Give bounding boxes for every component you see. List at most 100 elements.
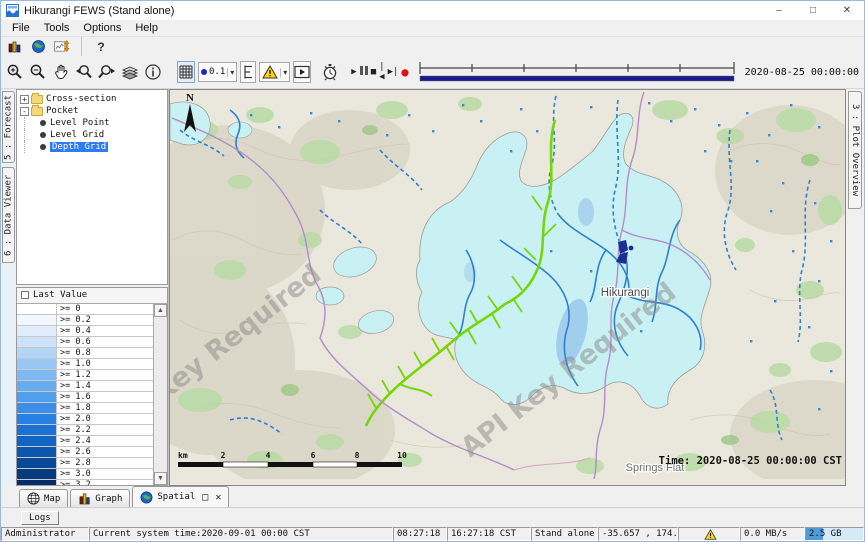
legend-class-label: >= 0.8 [57,348,153,358]
tree-item-cross-section[interactable]: + Cross-section [20,93,167,105]
tab-forecast[interactable]: 5 : Forecast [2,91,15,163]
legend-class-row[interactable]: >= 3.2 [17,480,153,485]
legend-class-row[interactable]: >= 3.0 [17,469,153,480]
database-display-button[interactable] [5,38,23,56]
node-bullet-icon [40,144,46,150]
timeline-slider[interactable] [418,59,736,85]
legend-class-row[interactable]: >= 1.0 [17,359,153,370]
minimize-icon[interactable]: – [762,1,796,20]
zoom-in-button[interactable] [5,61,25,83]
menu-item-options[interactable]: Options [76,20,128,36]
thresholds-warning-dropdown[interactable]: ▾ [259,62,290,82]
grid-display-button[interactable] [177,61,195,83]
legend-class-row[interactable]: >= 0.8 [17,348,153,359]
pause-icon [360,66,368,75]
last-value-checkbox[interactable] [21,291,29,299]
last-value-row: Last Value [17,288,167,303]
tab-label: Graph [95,494,122,504]
legend-class-row[interactable]: >= 2.0 [17,414,153,425]
zoom-out-button[interactable] [28,61,48,83]
step-back-button[interactable]: |◀ [379,62,384,82]
node-bullet-icon [40,120,46,126]
menu-item-help[interactable]: Help [128,20,165,36]
legend-class-label: >= 1.2 [57,370,153,380]
app-icon [6,4,19,17]
pause-button[interactable] [360,66,368,78]
legend-class-row[interactable]: >= 1.8 [17,403,153,414]
legend-scrollbar[interactable]: ▲ ▼ [153,304,167,485]
help-icon[interactable]: ? [92,38,110,56]
tree-item-label: Level Point [50,118,110,128]
tree-item-depth-grid[interactable]: Depth Grid [20,141,167,153]
chevron-down-icon: ▾ [227,68,234,77]
tree-item-level-grid[interactable]: Level Grid [20,129,167,141]
map-display-button[interactable] [29,38,47,56]
legend-class-row[interactable]: >= 1.6 [17,392,153,403]
scroll-down-icon[interactable]: ▼ [154,472,167,485]
stop-button[interactable]: ■ [371,67,376,77]
tree-connector [24,129,40,141]
legend-class-row[interactable]: >= 2.2 [17,425,153,436]
folder-icon [31,95,43,104]
legend-color-swatch [17,469,57,479]
tab-data-viewer[interactable]: 6 : Data Viewer [2,167,15,263]
tab-plot-overview[interactable]: 3 : Plot Overview [848,91,862,209]
legend-class-row[interactable]: >= 2.6 [17,447,153,458]
tree-item-level-point[interactable]: Level Point [20,117,167,129]
play-button[interactable]: ▶ [351,67,356,77]
scroll-up-icon[interactable]: ▲ [154,304,167,317]
legend-class-row[interactable]: >= 0.2 [17,315,153,326]
tab-spatial[interactable]: Spatial□✕ [132,486,229,507]
legend-class-row[interactable]: >= 0 [17,304,153,315]
timer-button[interactable] [320,61,340,83]
close-icon[interactable]: ✕ [830,1,864,20]
tree-expander-icon[interactable]: - [20,107,29,116]
map-toolbar: 0.1 ▾ ▾ ▶ ■ |◀ ▶| ● [1,56,864,89]
legend-class-label: >= 2.8 [57,458,153,468]
tab-close-icon[interactable]: ✕ [215,492,221,503]
node-bullet-icon [40,132,46,138]
layers-button[interactable] [120,61,140,83]
maximize-icon[interactable]: □ [796,1,830,20]
scale-tick-label: 6 [311,451,316,460]
menu-item-file[interactable]: File [5,20,37,36]
data-tree: + Cross-section-PocketLevel PointLevel Gr… [16,89,168,285]
legend-class-row[interactable]: >= 1.4 [17,381,153,392]
legend-class-row[interactable]: >= 0.6 [17,337,153,348]
profile-button[interactable] [240,61,256,83]
legend-color-swatch [17,304,57,314]
info-button[interactable] [143,61,163,83]
record-button[interactable]: ● [401,65,408,79]
tab-map[interactable]: Map [19,489,68,507]
status-warning-cell[interactable] [678,527,740,541]
threshold-dot-icon [201,69,207,75]
main-area: 5 : Forecast 6 : Data Viewer + Cross-sect… [1,89,864,486]
legend-class-row[interactable]: >= 2.8 [17,458,153,469]
menu-item-tools[interactable]: Tools [37,20,77,36]
zoom-previous-button[interactable] [74,61,94,83]
contour-threshold-dropdown[interactable]: 0.1 ▾ [198,62,237,82]
timeseries-display-button[interactable] [53,38,71,56]
spatial-globe-icon [140,491,153,504]
legend-class-row[interactable]: >= 1.2 [17,370,153,381]
tree-item-pocket[interactable]: -Pocket [20,105,167,117]
tab-graph[interactable]: Graph [70,489,130,507]
scale-tick-label: 10 [397,451,407,460]
step-forward-button[interactable]: ▶| [388,67,399,77]
logs-button[interactable]: Logs [21,511,59,525]
animate-button[interactable] [293,61,311,83]
map-view[interactable]: API Key Required API Key Required Hikura… [169,89,846,486]
tree-connector [24,117,40,129]
legend-class-row[interactable]: >= 2.4 [17,436,153,447]
tab-maximize-icon[interactable]: □ [202,492,208,503]
legend-class-label: >= 0.4 [57,326,153,336]
pan-button[interactable] [51,61,71,83]
zoom-next-button[interactable] [97,61,117,83]
tree-connector [24,141,40,153]
legend-class-label: >= 2.4 [57,436,153,446]
tree-item-label: Cross-section [46,94,116,104]
legend-class-row[interactable]: >= 0.4 [17,326,153,337]
legend-class-label: >= 1.4 [57,381,153,391]
right-tab-strip: 3 : Plot Overview [846,89,864,486]
tree-expander-icon[interactable]: + [20,95,29,104]
